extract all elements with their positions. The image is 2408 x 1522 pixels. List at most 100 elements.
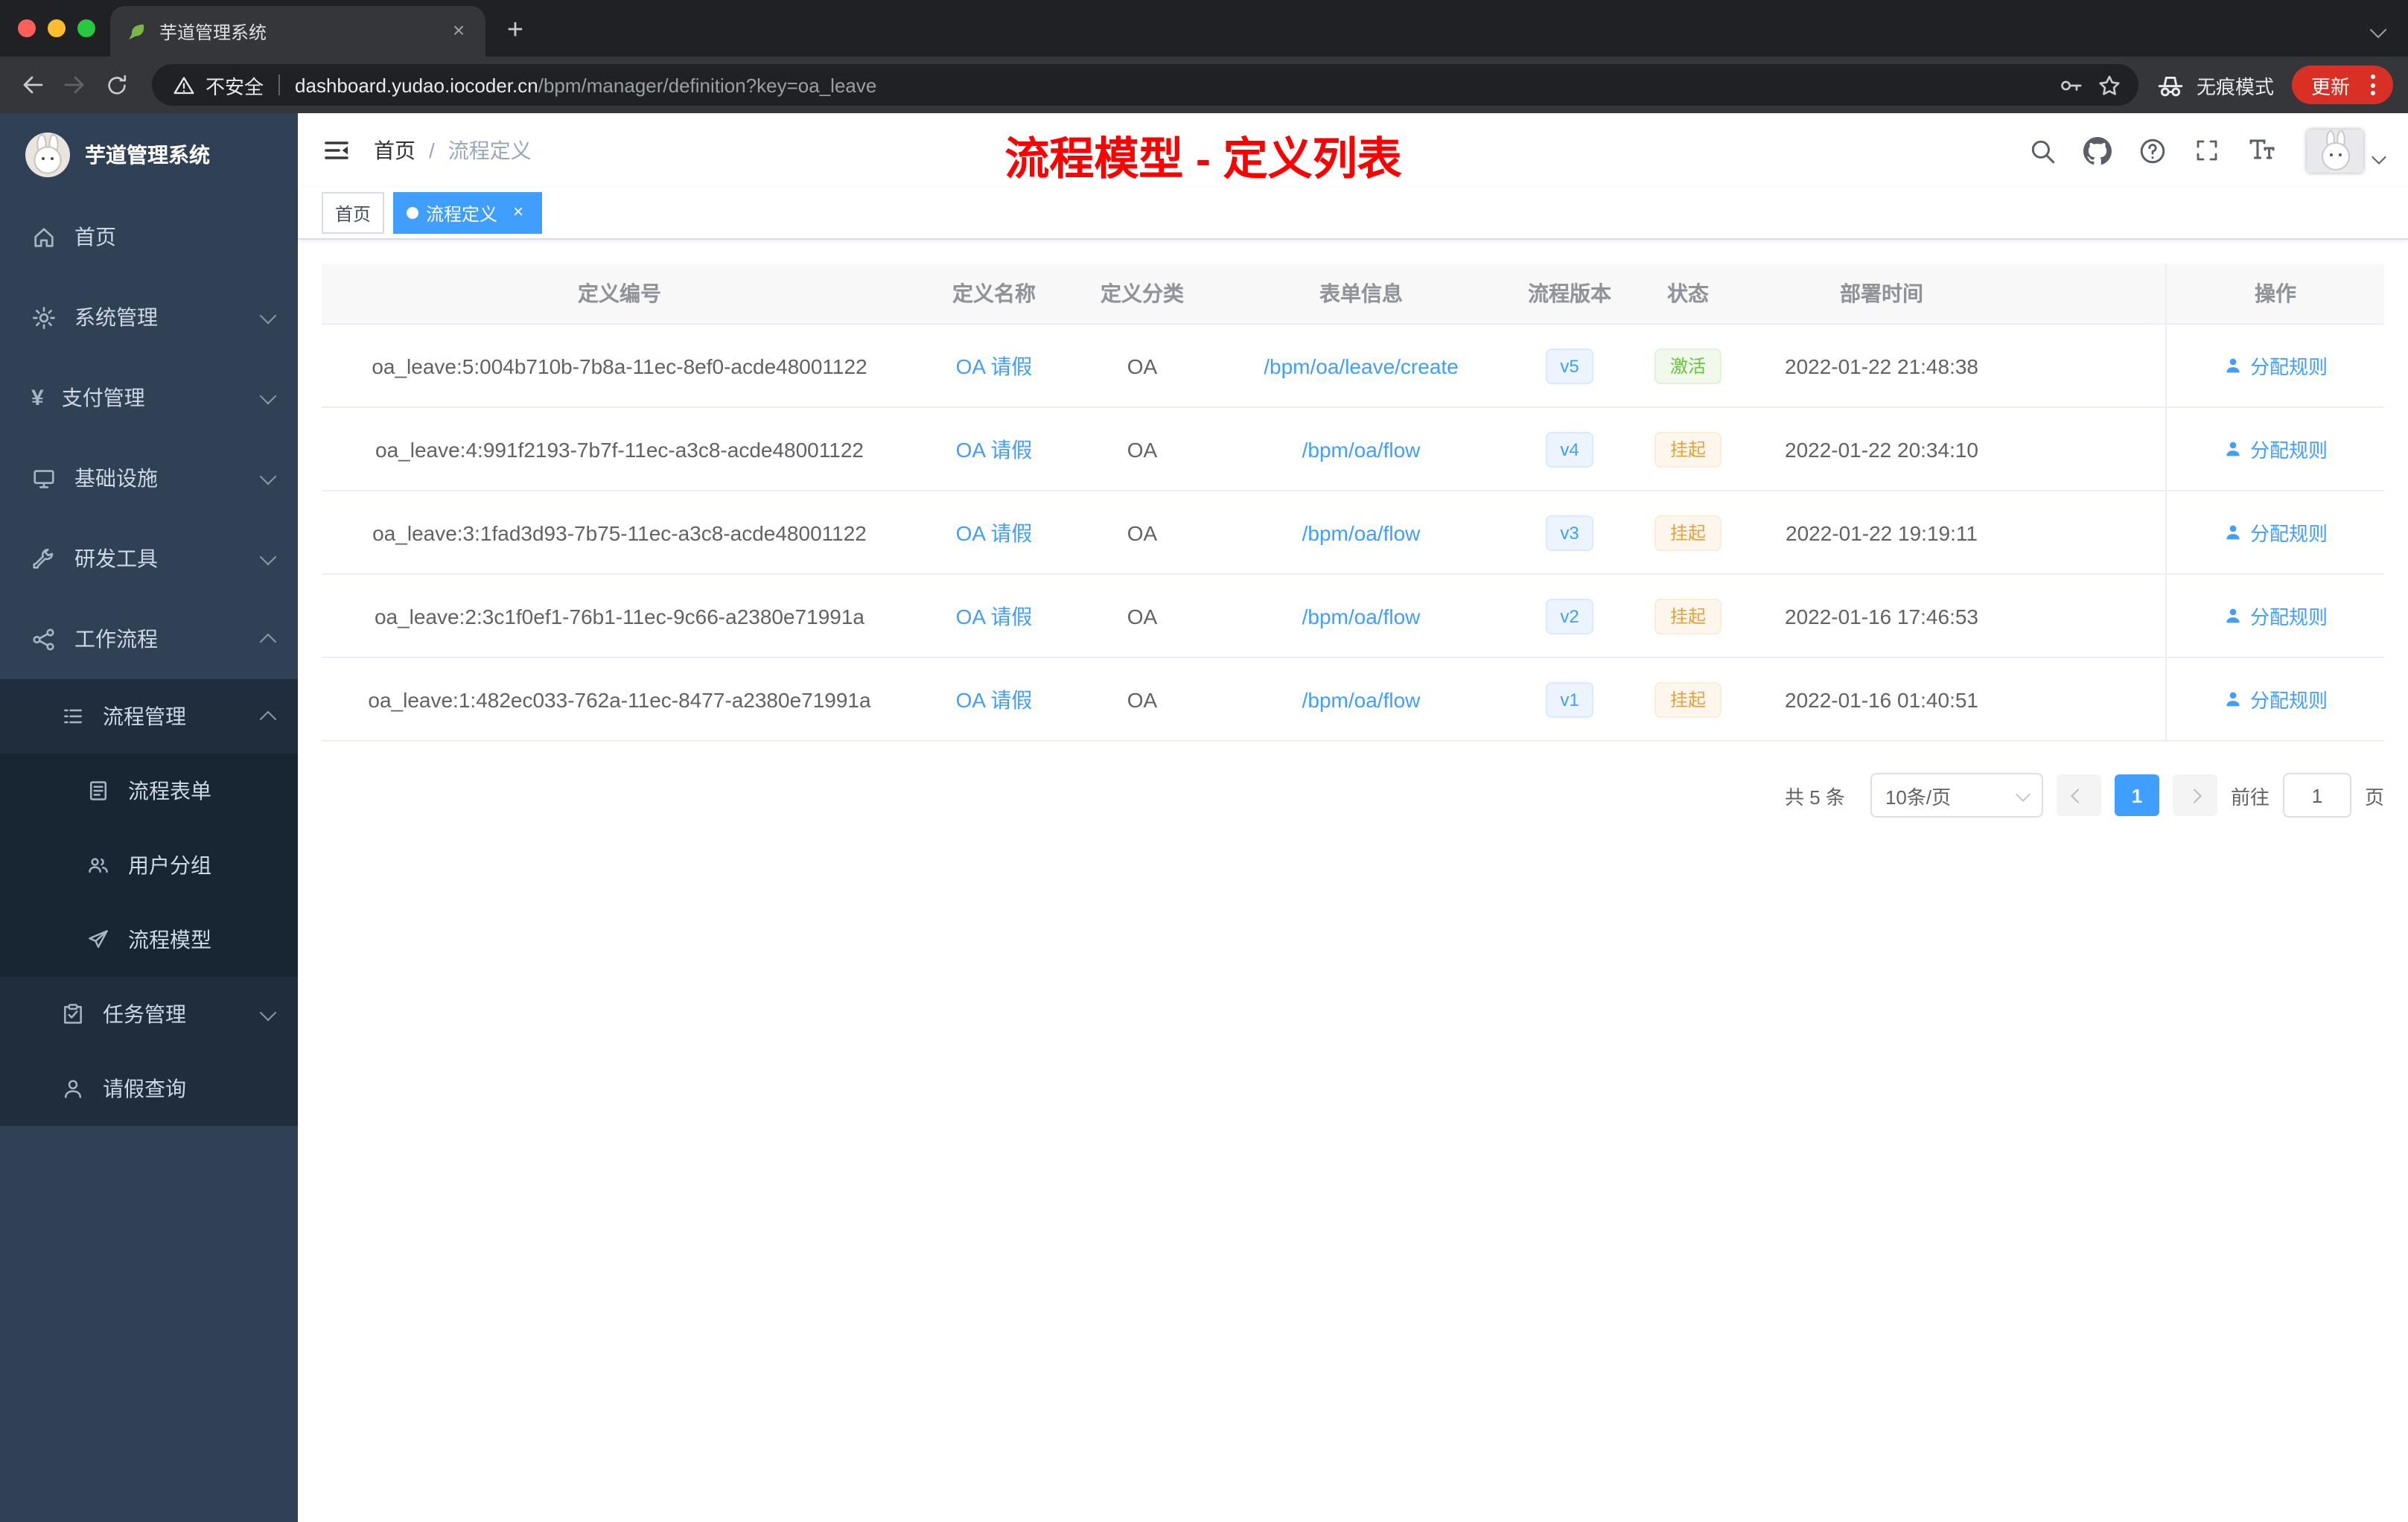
security-warning-icon <box>173 74 195 96</box>
sidebar-item-system[interactable]: 系统管理 <box>0 277 298 357</box>
operation-cell: 分配规则 <box>2165 325 2384 408</box>
help-icon[interactable] <box>2135 134 2168 167</box>
assign-rule-link[interactable]: 分配规则 <box>2223 518 2328 547</box>
form-link[interactable]: /bpm/oa/flow <box>1302 687 1421 711</box>
window-zoom-button[interactable] <box>77 19 95 37</box>
page-number-button[interactable]: 1 <box>2114 774 2159 816</box>
status-tag: 挂起 <box>1654 515 1721 550</box>
filler-cell <box>2018 575 2165 658</box>
page-size-select[interactable]: 10条/页 <box>1870 773 2043 818</box>
definition-name-link[interactable]: OA 请假 <box>956 684 1033 714</box>
font-size-icon[interactable] <box>2246 134 2278 167</box>
tab-close-icon[interactable]: × <box>447 19 471 43</box>
operation-cell: 分配规则 <box>2165 491 2384 575</box>
sidebar-logo[interactable]: 芋道管理系统 <box>0 113 298 197</box>
sidebar-item-leave-query[interactable]: 请假查询 <box>0 1051 298 1126</box>
form-link[interactable]: /bpm/oa/flow <box>1302 604 1421 628</box>
sidebar-item-task-management[interactable]: 任务管理 <box>0 977 298 1051</box>
form-cell: /bpm/oa/flow <box>1214 491 1509 575</box>
definition-id-cell: oa_leave:2:3c1f0ef1-76b1-11ec-9c66-a2380… <box>322 575 917 658</box>
next-page-button[interactable] <box>2172 774 2217 816</box>
form-link[interactable]: /bpm/oa/flow <box>1302 437 1421 461</box>
filler-cell <box>2018 325 2165 408</box>
form-cell: /bpm/oa/leave/create <box>1214 325 1509 408</box>
chevron-down-icon <box>259 307 277 325</box>
fullscreen-icon[interactable] <box>2191 134 2223 167</box>
form-link[interactable]: /bpm/oa/leave/create <box>1264 354 1459 378</box>
form-cell: /bpm/oa/flow <box>1214 575 1509 658</box>
version-cell: v2 <box>1509 575 1631 658</box>
workflow-submenu: 流程管理 流程表单 用户分组 流程模型 任务管理 请假查询 <box>0 679 298 1126</box>
tab-search-chevron-icon[interactable] <box>2369 21 2387 39</box>
definition-name-cell: OA 请假 <box>917 491 1071 575</box>
new-tab-button[interactable]: + <box>494 10 536 52</box>
sidebar-item-payment[interactable]: ¥ 支付管理 <box>0 357 298 438</box>
bookmark-star-icon[interactable] <box>2091 66 2130 104</box>
tab-title: 芋道管理系统 <box>159 22 267 42</box>
back-button[interactable] <box>12 64 54 106</box>
sidebar-item-workflow[interactable]: 工作流程 <box>0 599 298 679</box>
tag-home[interactable]: 首页 <box>322 192 385 234</box>
prev-page-button[interactable] <box>2056 774 2101 816</box>
sidebar-collapse-icon[interactable] <box>322 136 351 165</box>
url-text: dashboard.yudao.iocoder.cn/bpm/manager/d… <box>295 74 877 96</box>
sidebar-item-process-management[interactable]: 流程管理 <box>0 679 298 754</box>
chevron-down-icon <box>259 468 277 485</box>
sidebar-item-process-model[interactable]: 流程模型 <box>0 902 298 977</box>
col-header: 部署时间 <box>1745 264 2018 325</box>
browser-tab[interactable]: 芋道管理系统 × <box>110 6 485 57</box>
goto-page-input[interactable]: 1 <box>2282 773 2351 818</box>
sidebar: 芋道管理系统 首页 系统管理 ¥ 支付管理 基础设施 研发工具 工作流程 流程管… <box>0 113 298 1522</box>
sidebar-item-home[interactable]: 首页 <box>0 197 298 277</box>
chevron-down-icon <box>259 1004 277 1022</box>
version-tag: v3 <box>1545 515 1594 550</box>
browser-menu-kebab-icon[interactable] <box>2363 74 2383 95</box>
github-icon[interactable] <box>2080 134 2113 167</box>
definition-name-link[interactable]: OA 请假 <box>956 601 1033 631</box>
chevron-up-icon <box>259 710 277 727</box>
tag-close-icon[interactable]: × <box>508 202 529 223</box>
definition-name-cell: OA 请假 <box>917 408 1071 491</box>
sidebar-item-user-group[interactable]: 用户分组 <box>0 828 298 902</box>
status-tag: 挂起 <box>1654 598 1721 634</box>
breadcrumb-separator: / <box>429 138 435 162</box>
definition-id-cell: oa_leave:5:004b710b-7b8a-11ec-8ef0-acde4… <box>322 325 917 408</box>
window-close-button[interactable] <box>18 19 36 37</box>
definition-name-link[interactable]: OA 请假 <box>956 434 1033 464</box>
yen-icon: ¥ <box>31 385 44 410</box>
status-cell: 挂起 <box>1631 658 1745 742</box>
assign-rule-link[interactable]: 分配规则 <box>2223 602 2328 630</box>
status-cell: 挂起 <box>1631 575 1745 658</box>
form-link[interactable]: /bpm/oa/flow <box>1302 520 1421 544</box>
page-content: 定义编号 定义名称 定义分类 表单信息 流程版本 状态 部署时间 操作 oa_l… <box>298 240 2408 818</box>
browser-tab-strip: 芋道管理系统 × + <box>0 0 2408 57</box>
incognito-icon <box>2156 71 2185 99</box>
reload-button[interactable] <box>95 64 137 106</box>
status-cell: 挂起 <box>1631 491 1745 575</box>
definition-id-cell: oa_leave:4:991f2193-7b7f-11ec-a3c8-acde4… <box>322 408 917 491</box>
assign-rule-link[interactable]: 分配规则 <box>2223 351 2328 380</box>
password-key-icon[interactable] <box>2052 66 2091 104</box>
operation-cell: 分配规则 <box>2165 575 2384 658</box>
breadcrumb-home[interactable]: 首页 <box>374 136 415 165</box>
assign-rule-link[interactable]: 分配规则 <box>2223 435 2328 463</box>
assign-rule-link[interactable]: 分配规则 <box>2223 685 2328 713</box>
col-header: 状态 <box>1631 264 1745 325</box>
user-avatar[interactable] <box>2307 129 2386 172</box>
definition-name-link[interactable]: OA 请假 <box>956 518 1033 547</box>
update-button[interactable]: 更新 <box>2291 66 2393 104</box>
search-icon[interactable] <box>2025 134 2058 167</box>
forward-button[interactable] <box>54 64 95 106</box>
pagination-total: 共 5 条 <box>1785 786 1845 808</box>
col-header: 定义名称 <box>917 264 1071 325</box>
address-bar[interactable]: 不安全 dashboard.yudao.iocoder.cn/bpm/manag… <box>152 64 2138 106</box>
sidebar-item-devtools[interactable]: 研发工具 <box>0 518 298 599</box>
logo-avatar <box>25 133 70 177</box>
category-cell: OA <box>1071 325 1214 408</box>
tag-process-definition[interactable]: 流程定义 × <box>393 192 543 234</box>
window-minimize-button[interactable] <box>48 19 66 37</box>
sidebar-item-infra[interactable]: 基础设施 <box>0 438 298 518</box>
version-cell: v5 <box>1509 325 1631 408</box>
sidebar-item-process-form[interactable]: 流程表单 <box>0 754 298 828</box>
definition-name-link[interactable]: OA 请假 <box>956 351 1033 380</box>
